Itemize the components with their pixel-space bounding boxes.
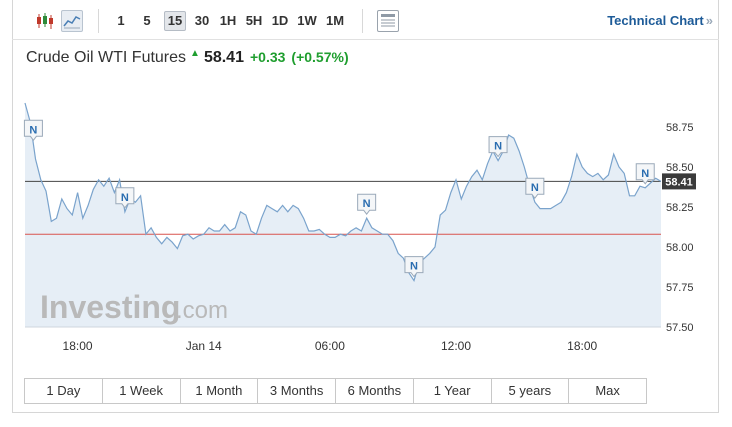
news-marker-label: N bbox=[121, 192, 129, 204]
x-tick-label: Jan 14 bbox=[186, 339, 222, 353]
range-1-month[interactable]: 1 Month bbox=[180, 379, 259, 403]
range-1-week[interactable]: 1 Week bbox=[102, 379, 181, 403]
range-max[interactable]: Max bbox=[569, 379, 646, 403]
range-6-months[interactable]: 6 Months bbox=[336, 379, 414, 403]
news-marker-label: N bbox=[641, 168, 649, 180]
y-tick-label: 58.75 bbox=[666, 122, 694, 134]
news-marker-label: N bbox=[531, 182, 539, 194]
x-tick-label: 18:00 bbox=[63, 339, 93, 353]
y-tick-label: 58.00 bbox=[666, 242, 694, 254]
x-tick-label: 06:00 bbox=[315, 339, 345, 353]
price-chart[interactable]: 57.50 57.75 58.00 58.25 58.50 58.75 18:00 Jan 1… bbox=[0, 0, 732, 427]
y-tick-label: 57.75 bbox=[666, 282, 694, 294]
range-3-months[interactable]: 3 Months bbox=[258, 379, 336, 403]
range-1-day[interactable]: 1 Day bbox=[25, 379, 103, 403]
range-5-years[interactable]: 5 years bbox=[491, 379, 570, 403]
news-marker-label: N bbox=[29, 124, 37, 136]
range-selector: 1 Day 1 Week 1 Month 3 Months 6 Months 1… bbox=[24, 378, 647, 404]
watermark-suffix: .com bbox=[176, 297, 228, 324]
range-1-year[interactable]: 1 Year bbox=[413, 379, 492, 403]
news-marker-label: N bbox=[494, 141, 502, 153]
last-price-tag-label: 58.41 bbox=[665, 176, 693, 188]
y-tick-label: 58.50 bbox=[666, 162, 694, 174]
x-tick-label: 12:00 bbox=[441, 339, 471, 353]
watermark-brand: Investing bbox=[40, 289, 180, 325]
y-tick-label: 58.25 bbox=[666, 202, 694, 214]
news-marker-label: N bbox=[410, 261, 418, 273]
news-marker-label: N bbox=[363, 198, 371, 210]
y-tick-label: 57.50 bbox=[666, 322, 694, 334]
x-tick-label: 18:00 bbox=[567, 339, 597, 353]
